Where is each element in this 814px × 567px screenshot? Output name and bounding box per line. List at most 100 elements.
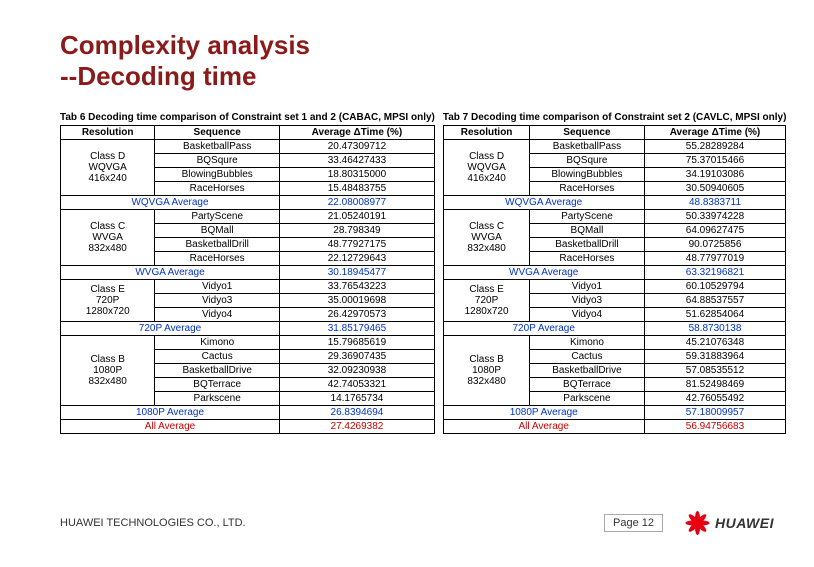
data-cell: PartyScene <box>530 210 644 224</box>
data-cell: Vidyo1 <box>155 280 280 294</box>
average-value: 58.8730138 <box>644 322 786 336</box>
data-cell: RaceHorses <box>155 252 280 266</box>
data-cell: Cactus <box>530 350 644 364</box>
data-cell: 20.47309712 <box>280 140 435 154</box>
data-cell: BlowingBubbles <box>155 168 280 182</box>
data-cell: 51.62854064 <box>644 308 786 322</box>
average-row: WVGA Average30.18945477 <box>61 266 435 280</box>
data-cell: BasketballDrill <box>530 238 644 252</box>
table-row: Class CWVGA832x480PartyScene21.05240191 <box>61 210 435 224</box>
footer: HUAWEI TECHNOLOGIES CO., LTD. Page 12 HU… <box>60 509 774 537</box>
resolution-cell: Class E720P1280x720 <box>61 280 155 322</box>
table-row: Class CWVGA832x480PartyScene50.33974228 <box>443 210 786 224</box>
average-label: 720P Average <box>443 322 644 336</box>
data-cell: BasketballPass <box>155 140 280 154</box>
resolution-cell: Class DWQVGA416x240 <box>61 140 155 196</box>
table-row: Class E720P1280x720Vidyo133.76543223 <box>61 280 435 294</box>
data-cell: Vidyo3 <box>530 294 644 308</box>
table-caption: Tab 7 Decoding time comparison of Constr… <box>443 112 787 123</box>
data-cell: 48.77927175 <box>280 238 435 252</box>
average-label: 1080P Average <box>61 406 280 420</box>
data-cell: Vidyo1 <box>530 280 644 294</box>
data-cell: BQMall <box>530 224 644 238</box>
table-row: Class E720P1280x720Vidyo160.10529794 <box>443 280 786 294</box>
data-cell: RaceHorses <box>530 182 644 196</box>
all-average-value: 27.4269382 <box>280 420 435 434</box>
average-value: 22.08008977 <box>280 196 435 210</box>
slide-title: Complexity analysis --Decoding time <box>60 30 764 92</box>
data-cell: PartyScene <box>155 210 280 224</box>
data-cell: RaceHorses <box>155 182 280 196</box>
data-cell: BasketballPass <box>530 140 644 154</box>
data-table: ResolutionSequenceAverage ΔTime (%)Class… <box>443 125 787 434</box>
resolution-cell: Class B1080P832x480 <box>443 336 529 406</box>
data-cell: 81.52498469 <box>644 378 786 392</box>
data-cell: BQTerrace <box>155 378 280 392</box>
average-row: WQVGA Average48.8383711 <box>443 196 786 210</box>
resolution-cell: Class DWQVGA416x240 <box>443 140 529 196</box>
resolution-cell: Class B1080P832x480 <box>61 336 155 406</box>
average-label: 1080P Average <box>443 406 644 420</box>
table-row: Class DWQVGA416x240BasketballPass55.2828… <box>443 140 786 154</box>
data-cell: Cactus <box>155 350 280 364</box>
all-average-row: All Average56.94756683 <box>443 420 786 434</box>
data-cell: 26.42970573 <box>280 308 435 322</box>
column-header: Average ΔTime (%) <box>644 126 786 140</box>
all-average-label: All Average <box>61 420 280 434</box>
average-row: WQVGA Average22.08008977 <box>61 196 435 210</box>
tables-container: Tab 6 Decoding time comparison of Constr… <box>60 112 764 434</box>
huawei-logo-icon <box>683 509 711 537</box>
average-row: 1080P Average26.8394694 <box>61 406 435 420</box>
data-cell: Kimono <box>155 336 280 350</box>
data-cell: 14.1765734 <box>280 392 435 406</box>
data-cell: 35.00019698 <box>280 294 435 308</box>
data-cell: BQTerrace <box>530 378 644 392</box>
average-label: WQVGA Average <box>61 196 280 210</box>
data-cell: 64.09627475 <box>644 224 786 238</box>
data-cell: 59.31883964 <box>644 350 786 364</box>
column-header: Sequence <box>530 126 644 140</box>
average-label: 720P Average <box>61 322 280 336</box>
table-row: Class B1080P832x480Kimono15.79685619 <box>61 336 435 350</box>
huawei-logo-text: HUAWEI <box>715 515 774 531</box>
huawei-logo: HUAWEI <box>683 509 774 537</box>
data-cell: 33.76543223 <box>280 280 435 294</box>
data-cell: 42.76055492 <box>644 392 786 406</box>
table-caption: Tab 6 Decoding time comparison of Constr… <box>60 112 435 123</box>
average-value: 48.8383711 <box>644 196 786 210</box>
data-cell: Vidyo4 <box>155 308 280 322</box>
data-cell: 60.10529794 <box>644 280 786 294</box>
average-label: WQVGA Average <box>443 196 644 210</box>
data-cell: 50.33974228 <box>644 210 786 224</box>
data-cell: 64.88537557 <box>644 294 786 308</box>
average-label: WVGA Average <box>61 266 280 280</box>
column-header: Sequence <box>155 126 280 140</box>
title-line-2: --Decoding time <box>60 61 256 91</box>
column-header: Resolution <box>61 126 155 140</box>
data-cell: Kimono <box>530 336 644 350</box>
title-line-1: Complexity analysis <box>60 30 310 60</box>
average-value: 31.85179465 <box>280 322 435 336</box>
data-cell: 15.48483755 <box>280 182 435 196</box>
average-row: 720P Average31.85179465 <box>61 322 435 336</box>
data-cell: 21.05240191 <box>280 210 435 224</box>
table-row: Class B1080P832x480Kimono45.21076348 <box>443 336 786 350</box>
data-cell: Vidyo4 <box>530 308 644 322</box>
data-cell: 57.08535512 <box>644 364 786 378</box>
average-value: 30.18945477 <box>280 266 435 280</box>
data-table: ResolutionSequenceAverage ΔTime (%)Class… <box>60 125 435 434</box>
all-average-row: All Average27.4269382 <box>61 420 435 434</box>
table-row: Class DWQVGA416x240BasketballPass20.4730… <box>61 140 435 154</box>
data-cell: BasketballDrive <box>155 364 280 378</box>
average-row: 720P Average58.8730138 <box>443 322 786 336</box>
table-block: Tab 6 Decoding time comparison of Constr… <box>60 112 435 434</box>
data-cell: BasketballDrive <box>530 364 644 378</box>
data-cell: 55.28289284 <box>644 140 786 154</box>
average-value: 57.18009957 <box>644 406 786 420</box>
data-cell: 18.80315000 <box>280 168 435 182</box>
average-row: 1080P Average57.18009957 <box>443 406 786 420</box>
data-cell: 34.19103086 <box>644 168 786 182</box>
data-cell: RaceHorses <box>530 252 644 266</box>
table-block: Tab 7 Decoding time comparison of Constr… <box>443 112 787 434</box>
data-cell: BQMall <box>155 224 280 238</box>
